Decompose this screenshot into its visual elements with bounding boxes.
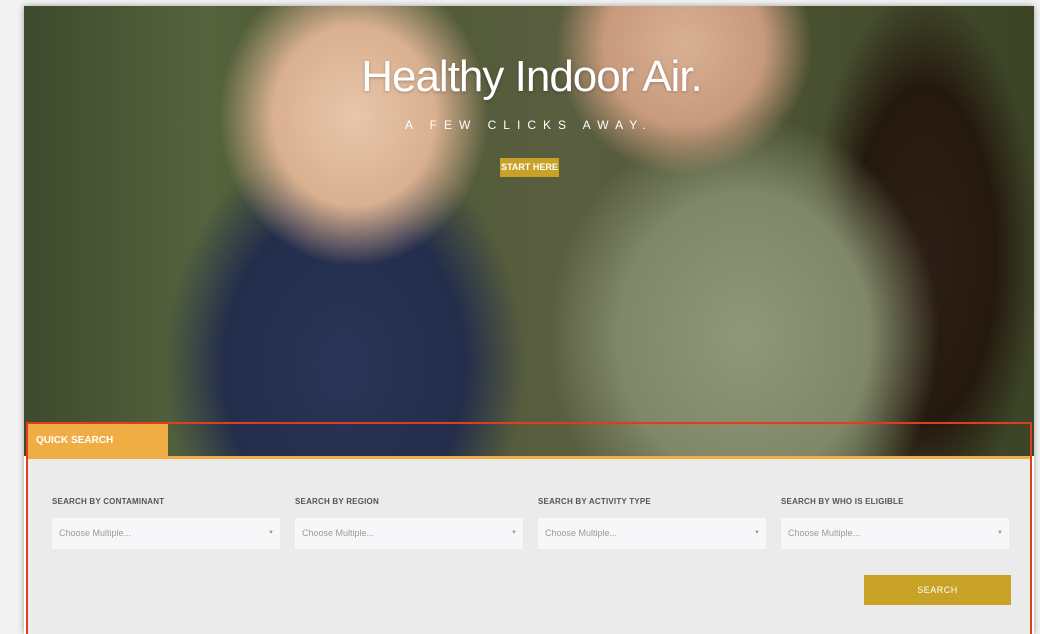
- region-select-placeholder: Choose Multiple...: [302, 528, 375, 538]
- region-select[interactable]: Choose Multiple... ▼: [295, 518, 523, 549]
- filter-contaminant: SEARCH BY CONTAMINANT Choose Multiple...…: [52, 496, 280, 549]
- hero-title: Healthy Indoor Air.: [361, 52, 703, 101]
- filter-contaminant-label: SEARCH BY CONTAMINANT: [52, 497, 165, 506]
- eligibility-select-placeholder: Choose Multiple...: [788, 528, 861, 538]
- quick-search-tab: QUICK SEARCH DIRECTORY: [28, 424, 168, 480]
- search-button[interactable]: SEARCH: [864, 575, 1011, 605]
- quick-search-body: SEARCH BY CONTAMINANT Choose Multiple...…: [28, 456, 1030, 634]
- activity-type-select[interactable]: Choose Multiple... ▼: [538, 518, 766, 549]
- contaminant-select-placeholder: Choose Multiple...: [59, 528, 132, 538]
- page-frame: Healthy Indoor Air. A FEW CLICKS AWAY. S…: [24, 6, 1034, 634]
- filter-region: SEARCH BY REGION Choose Multiple... ▼: [295, 496, 523, 549]
- contaminant-select[interactable]: Choose Multiple... ▼: [52, 518, 280, 549]
- hero-banner: Healthy Indoor Air. A FEW CLICKS AWAY. S…: [24, 6, 1034, 456]
- chevron-down-icon: ▼: [754, 530, 760, 536]
- chevron-down-icon: ▼: [997, 530, 1003, 536]
- filter-region-label: SEARCH BY REGION: [295, 497, 379, 506]
- eligibility-select[interactable]: Choose Multiple... ▼: [781, 518, 1009, 549]
- filter-activity-type: SEARCH BY ACTIVITY TYPE Choose Multiple.…: [538, 496, 766, 549]
- filter-eligibility-label: SEARCH BY WHO IS ELIGIBLE: [781, 497, 904, 506]
- quick-search-panel: QUICK SEARCH DIRECTORY SEARCH BY CONTAMI…: [26, 422, 1032, 634]
- filter-activity-type-label: SEARCH BY ACTIVITY TYPE: [538, 497, 651, 506]
- activity-type-select-placeholder: Choose Multiple...: [545, 528, 618, 538]
- chevron-down-icon: ▼: [268, 530, 274, 536]
- start-here-button[interactable]: START HERE: [500, 158, 559, 177]
- filter-eligibility: SEARCH BY WHO IS ELIGIBLE Choose Multipl…: [781, 496, 1009, 549]
- hero-subtitle: A FEW CLICKS AWAY.: [404, 118, 654, 132]
- chevron-down-icon: ▼: [511, 530, 517, 536]
